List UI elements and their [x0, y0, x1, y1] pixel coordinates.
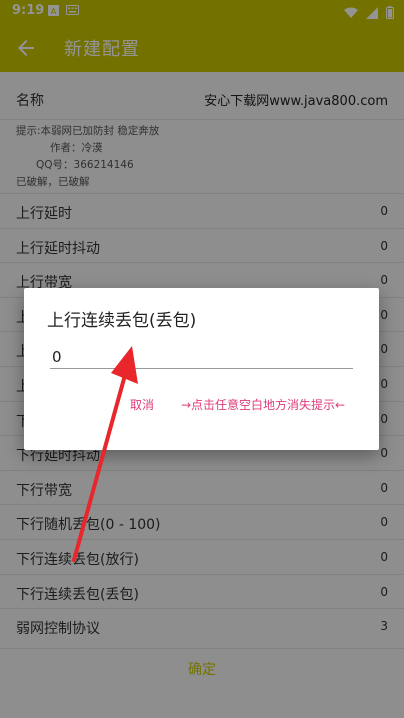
- dialog-title: 上行连续丢包(丢包): [47, 311, 197, 331]
- cancel-button[interactable]: 取消: [130, 396, 154, 413]
- dismiss-tip-button[interactable]: →点击任意空白地方消失提示←: [181, 396, 345, 413]
- input-dialog: 上行连续丢包(丢包) 取消 →点击任意空白地方消失提示←: [24, 288, 379, 450]
- dialog-value-input[interactable]: [50, 345, 353, 369]
